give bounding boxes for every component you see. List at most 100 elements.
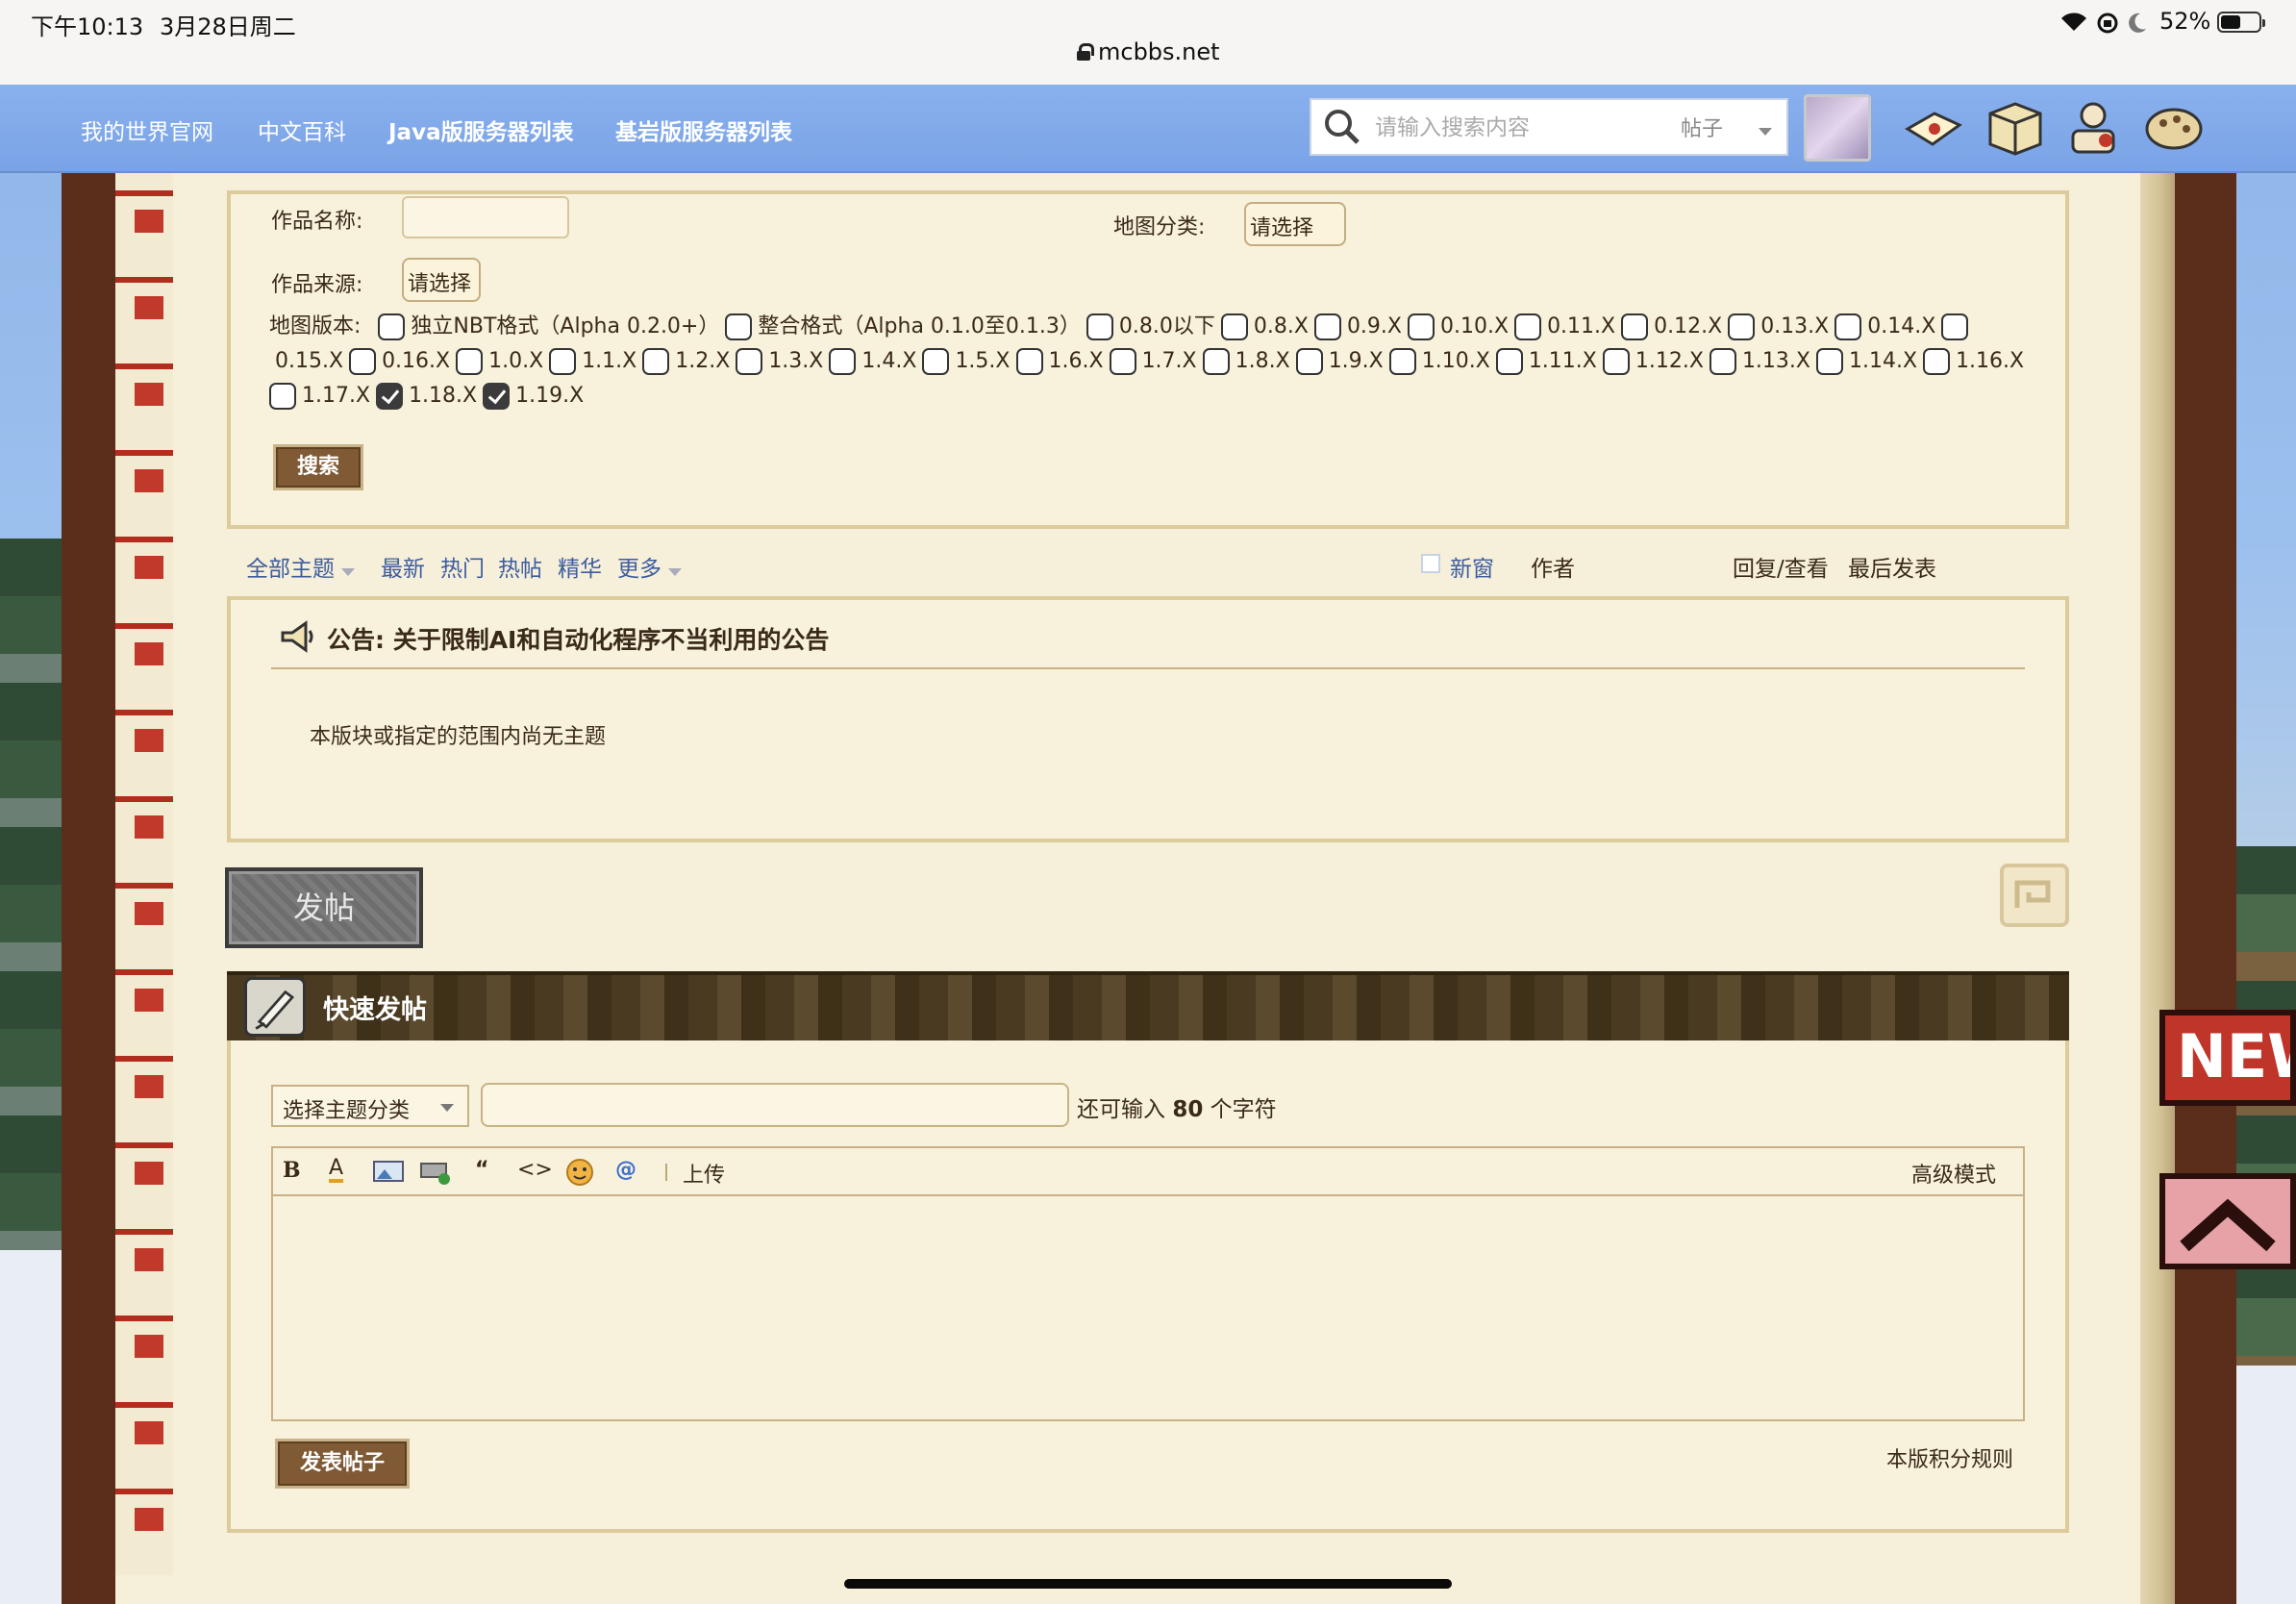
battery-fill (2221, 15, 2240, 29)
new-window-checkbox[interactable] (1421, 554, 1440, 573)
search-type-select[interactable]: 帖子 (1681, 112, 1773, 142)
version-checkbox[interactable] (1313, 313, 1341, 340)
message-icon[interactable] (1902, 96, 1965, 160)
version-checkbox[interactable] (269, 383, 296, 410)
font-color-icon[interactable]: A (329, 1158, 344, 1183)
new-tag[interactable]: NEW (2159, 1010, 2296, 1106)
tab-more-label: 更多 (617, 557, 661, 582)
nav-link-bedrock-servers[interactable]: 基岩版服务器列表 (615, 113, 792, 146)
work-source-select[interactable]: 请选择 (402, 258, 481, 302)
version-checkbox[interactable] (483, 383, 511, 410)
address-bar[interactable]: mcbbs.net (1077, 38, 1220, 65)
version-checkbox[interactable] (725, 313, 753, 340)
version-checkbox[interactable] (376, 383, 404, 410)
version-checkbox[interactable] (1709, 348, 1736, 375)
version-checkbox[interactable] (1941, 313, 1969, 340)
version-checkbox[interactable] (1109, 348, 1136, 375)
image-icon[interactable] (373, 1160, 404, 1183)
version-option-label: 1.13.X (1741, 349, 1810, 373)
nav-link-wiki[interactable]: 中文百科 (258, 113, 346, 146)
version-option-label: 1.4.X (861, 349, 917, 373)
version-checkbox[interactable] (1621, 313, 1649, 340)
mention-icon[interactable]: @ (615, 1158, 636, 1182)
status-date: 3月28日周二 (160, 13, 296, 40)
version-checkbox[interactable] (1834, 313, 1862, 340)
tab-latest[interactable]: 最新 (381, 550, 425, 583)
version-checkbox[interactable] (1220, 313, 1248, 340)
work-name-input[interactable] (402, 196, 569, 238)
status-time: 下午10:13 (31, 13, 144, 40)
quill-icon (244, 977, 306, 1037)
version-checkbox[interactable] (1602, 348, 1630, 375)
new-window-link[interactable]: 新窗 (1450, 550, 1494, 583)
version-checkbox[interactable] (1388, 348, 1416, 375)
version-checkbox[interactable] (1408, 313, 1435, 340)
version-checkbox[interactable] (1728, 313, 1756, 340)
map-category-select[interactable]: 请选择 (1244, 202, 1346, 246)
version-checkbox[interactable] (1202, 348, 1230, 375)
home-indicator[interactable] (844, 1579, 1452, 1589)
tab-hot-post[interactable]: 热帖 (498, 550, 542, 583)
version-checkbox[interactable] (1923, 348, 1951, 375)
version-checkbox[interactable] (1514, 313, 1542, 340)
new-post-button[interactable]: 发帖 (225, 867, 423, 948)
version-checkbox[interactable] (349, 348, 377, 375)
thread-category-select[interactable]: 选择主题分类 (271, 1085, 469, 1127)
version-option-label: 1.12.X (1635, 349, 1704, 373)
advanced-mode-link[interactable]: 高级模式 (1911, 1158, 1996, 1189)
emoji-icon[interactable] (565, 1158, 594, 1187)
scroll-top-tag[interactable] (2159, 1173, 2296, 1269)
tab-all[interactable]: 全部主题 (246, 550, 356, 583)
version-option-label: 0.14.X (1867, 314, 1936, 338)
code-icon[interactable]: <> (517, 1158, 553, 1182)
version-option-label: 1.0.X (488, 349, 544, 373)
box-icon[interactable] (1983, 96, 2046, 160)
version-option-label: 0.16.X (382, 349, 451, 373)
decorative-rail-dots (135, 171, 163, 1575)
attachment-icon[interactable] (419, 1160, 452, 1185)
search-button[interactable]: 搜索 (273, 444, 363, 490)
avatar[interactable] (1804, 94, 1871, 162)
nav-link-java-servers[interactable]: Java版服务器列表 (388, 113, 574, 146)
version-checkbox[interactable] (829, 348, 857, 375)
version-checkbox[interactable] (456, 348, 484, 375)
tab-hot[interactable]: 热门 (440, 550, 485, 583)
palette-icon[interactable] (2142, 96, 2206, 160)
tab-digest[interactable]: 精华 (558, 550, 602, 583)
refresh-icon[interactable] (2000, 864, 2069, 927)
quote-icon[interactable]: “ (475, 1158, 488, 1182)
megaphone-icon (281, 620, 313, 653)
submit-post-button[interactable]: 发表帖子 (275, 1439, 410, 1489)
version-checkbox[interactable] (1295, 348, 1323, 375)
upload-button[interactable]: 上传 (683, 1158, 725, 1189)
version-option-label: 1.2.X (675, 349, 731, 373)
bold-icon[interactable]: B (283, 1158, 301, 1183)
version-filter: 地图版本: 独立NBT格式（Alpha 0.2.0+） 整合格式（Alpha 0.1… (269, 310, 2038, 414)
version-checkbox[interactable] (1086, 313, 1113, 340)
announcement-link[interactable]: 公告: 关于限制AI和自动化程序不当利用的公告 (327, 621, 829, 656)
version-checkbox[interactable] (1816, 348, 1843, 375)
moon-icon (2129, 13, 2146, 33)
user-icon[interactable] (2061, 96, 2125, 160)
divider (271, 667, 2025, 669)
thread-category-label: 选择主题分类 (283, 1099, 411, 1123)
version-option-label: 0.8.X (1253, 314, 1309, 338)
thread-title-input[interactable] (481, 1083, 1069, 1127)
version-option-label: 0.15.X (275, 349, 344, 373)
version-checkbox[interactable] (378, 313, 406, 340)
version-option-label: 整合格式（Alpha 0.1.0至0.1.3） (758, 314, 1081, 338)
nav-link-official[interactable]: 我的世界官网 (81, 113, 213, 146)
version-checkbox[interactable] (642, 348, 670, 375)
version-option-label: 0.13.X (1760, 314, 1830, 338)
version-checkbox[interactable] (549, 348, 577, 375)
url-text: mcbbs.net (1098, 38, 1220, 65)
version-checkbox[interactable] (1495, 348, 1523, 375)
credit-rules-link[interactable]: 本版积分规则 (1886, 1442, 2013, 1473)
version-checkbox[interactable] (922, 348, 950, 375)
search-icon[interactable] (1319, 104, 1365, 150)
work-source-label: 作品来源: (271, 273, 363, 297)
search-input[interactable] (1375, 104, 1673, 150)
version-checkbox[interactable] (736, 348, 763, 375)
version-checkbox[interactable] (1015, 348, 1043, 375)
tab-more[interactable]: 更多 (617, 550, 683, 583)
